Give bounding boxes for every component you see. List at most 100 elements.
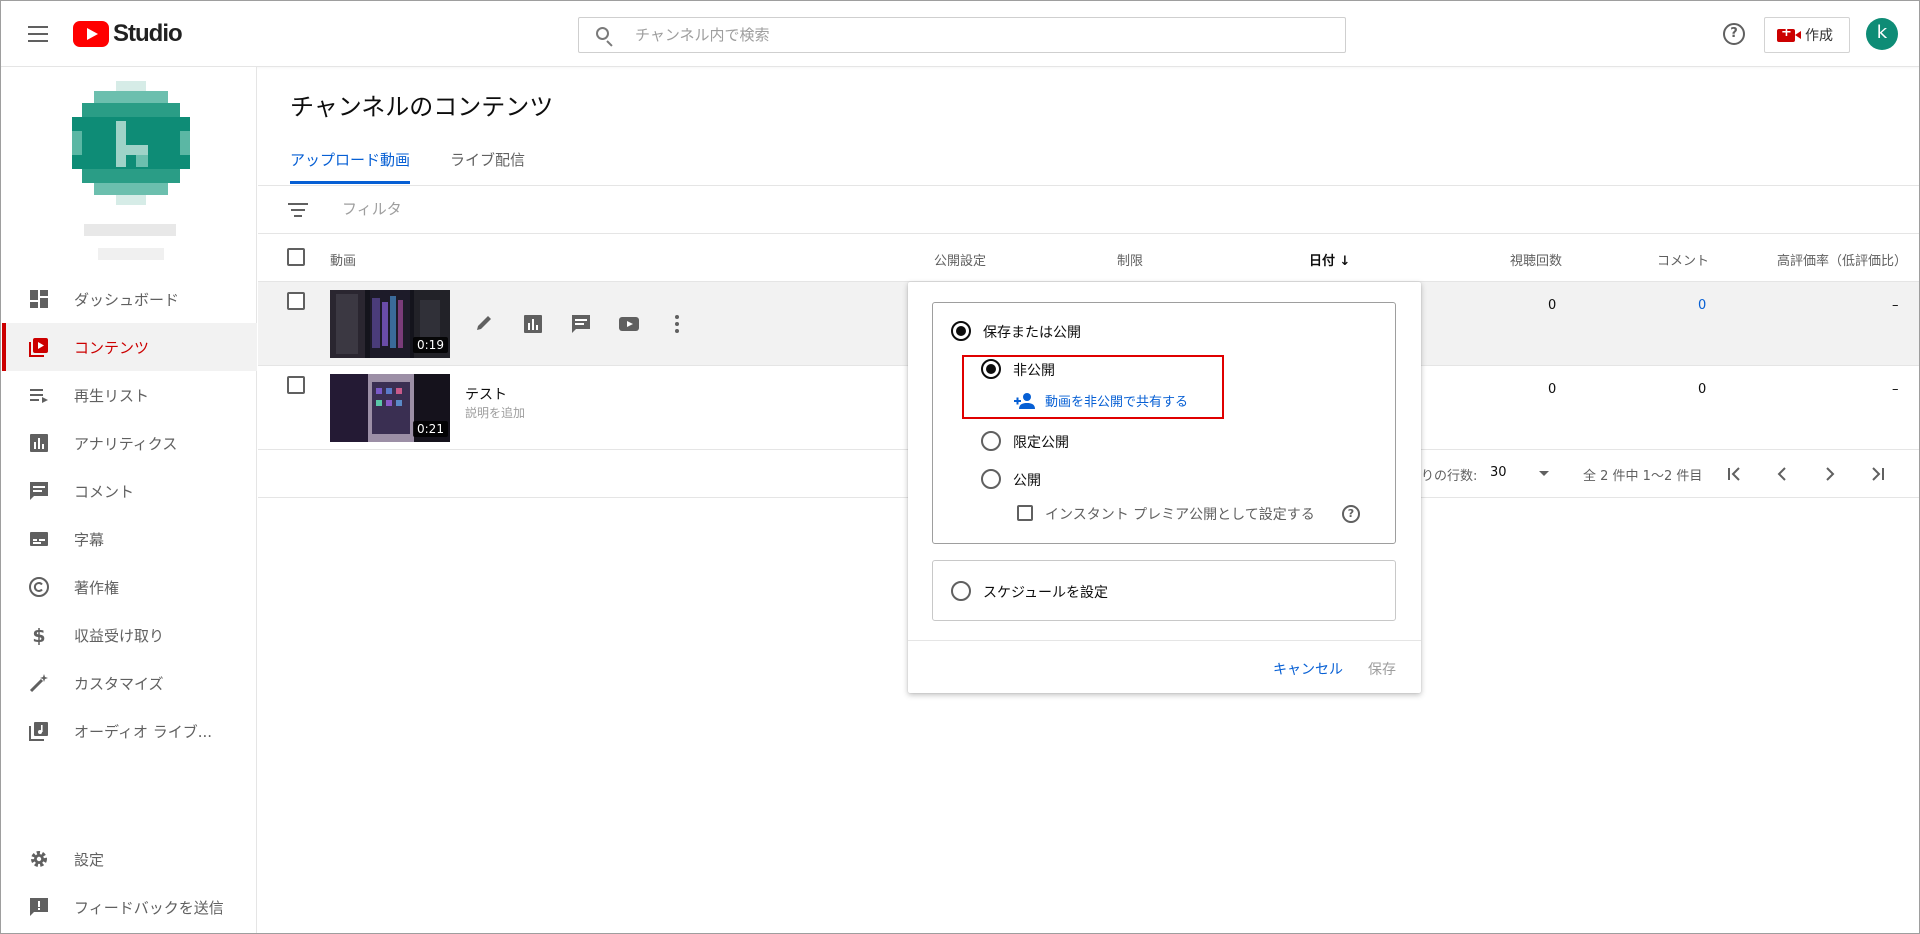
help-icon[interactable]: ?: [1342, 505, 1360, 523]
search-box[interactable]: [578, 17, 1346, 53]
schedule-label: スケジュールを設定: [983, 585, 1109, 601]
filter-bar: フィルタ: [258, 186, 1919, 234]
tab-live[interactable]: ライブ配信: [450, 145, 525, 185]
views-cell: 0: [1548, 298, 1557, 313]
sidebar-bottom-nav: 設定 フィードバックを送信: [2, 835, 257, 931]
app-window: Studio ? 作成 k: [0, 0, 1920, 934]
column-restrictions: 制限: [1117, 254, 1144, 269]
sidebar-item-feedback[interactable]: フィードバックを送信: [2, 883, 257, 931]
public-label: 公開: [1013, 473, 1041, 489]
sidebar-nav: ダッシュボード コンテンツ 再生リスト アナリティクス コメント 字幕 著作権 …: [2, 275, 257, 755]
save-button[interactable]: 保存: [1368, 659, 1396, 679]
column-date[interactable]: 日付 ↓: [1309, 250, 1350, 269]
sidebar: ダッシュボード コンテンツ 再生リスト アナリティクス コメント 字幕 著作権 …: [2, 67, 257, 933]
instant-premiere-checkbox[interactable]: [1017, 505, 1033, 521]
cancel-button[interactable]: キャンセル: [1273, 659, 1343, 679]
video-title[interactable]: テスト: [465, 384, 507, 404]
sidebar-item-label: 字幕: [74, 530, 105, 549]
comment-icon: [30, 482, 48, 500]
schedule-radio[interactable]: [951, 581, 971, 601]
visibility-popup: 保存または公開 非公開 動画を非公開で共有する 限定公開 公開 インスタント プ…: [908, 282, 1421, 693]
sidebar-item-copyright[interactable]: 著作権: [2, 563, 257, 611]
sidebar-item-label: 再生リスト: [74, 386, 150, 405]
sidebar-item-analytics[interactable]: アナリティクス: [2, 419, 257, 467]
svg-text:$: $: [32, 625, 45, 646]
create-label: 作成: [1805, 28, 1833, 44]
comments-cell[interactable]: 0: [1698, 298, 1706, 313]
filter-input[interactable]: フィルタ: [342, 198, 402, 219]
youtube-play-icon: [73, 21, 109, 47]
account-avatar[interactable]: k: [1866, 18, 1898, 50]
content-icon: [29, 338, 48, 357]
instant-premiere-label: インスタント プレミア公開として設定する: [1045, 507, 1315, 523]
magic-wand-icon: [29, 674, 48, 693]
more-options-icon[interactable]: [664, 312, 690, 336]
next-page-icon[interactable]: [1822, 466, 1838, 482]
logo-text: Studio: [113, 20, 183, 47]
sidebar-item-customization[interactable]: カスタマイズ: [2, 659, 257, 707]
youtube-view-icon[interactable]: [616, 312, 642, 336]
video-duration: 0:21: [413, 421, 448, 437]
sidebar-item-subtitles[interactable]: 字幕: [2, 515, 257, 563]
unlisted-label: 限定公開: [1013, 435, 1069, 451]
prev-page-icon[interactable]: [1774, 466, 1790, 482]
sidebar-item-earn[interactable]: $ 収益受け取り: [2, 611, 257, 659]
likes-cell: –: [1892, 298, 1899, 313]
youtube-studio-logo[interactable]: Studio: [73, 20, 183, 48]
subtitles-icon: [30, 532, 48, 546]
column-views: 視聴回数: [1510, 254, 1563, 269]
column-comments: コメント: [1657, 254, 1710, 269]
create-button[interactable]: 作成: [1764, 17, 1850, 53]
sidebar-item-label: 設定: [74, 850, 105, 869]
likes-cell: –: [1892, 382, 1899, 397]
comments-cell: 0: [1698, 382, 1707, 397]
video-description[interactable]: 説明を追加: [465, 404, 525, 421]
help-icon[interactable]: ?: [1723, 23, 1745, 45]
analytics-icon: [30, 434, 48, 452]
feedback-icon: [30, 898, 48, 916]
rows-per-page-select[interactable]: 30: [1490, 465, 1507, 480]
chevron-down-icon[interactable]: [1539, 471, 1549, 476]
public-radio[interactable]: [981, 469, 1001, 489]
sidebar-item-settings[interactable]: 設定: [2, 835, 257, 883]
search-input[interactable]: [635, 18, 1315, 52]
row-checkbox[interactable]: [287, 292, 305, 310]
channel-handle-blurred: [98, 248, 164, 260]
sidebar-item-audio-library[interactable]: オーディオ ライブ...: [2, 707, 257, 755]
views-cell: 0: [1548, 382, 1557, 397]
unlisted-radio[interactable]: [981, 431, 1001, 451]
sidebar-item-playlists[interactable]: 再生リスト: [2, 371, 257, 419]
sidebar-item-content[interactable]: コンテンツ: [2, 323, 257, 371]
last-page-icon[interactable]: [1870, 466, 1886, 482]
edit-pencil-icon[interactable]: [472, 312, 498, 336]
tab-uploads[interactable]: アップロード動画: [290, 145, 411, 185]
copyright-icon: [29, 577, 49, 597]
analytics-icon[interactable]: [520, 312, 546, 336]
content-tabs: アップロード動画 ライブ配信: [290, 145, 565, 185]
filter-icon[interactable]: [288, 203, 308, 217]
channel-name-blurred: [84, 224, 176, 236]
table-header: 動画 公開設定 制限 日付 ↓ 視聴回数 コメント 高評価率（低評価比）: [258, 235, 1919, 282]
sidebar-item-label: コンテンツ: [74, 338, 150, 357]
video-duration: 0:19: [413, 337, 448, 353]
select-all-checkbox[interactable]: [287, 248, 305, 266]
first-page-icon[interactable]: [1726, 466, 1742, 482]
channel-avatar[interactable]: [72, 81, 190, 205]
sidebar-item-comments[interactable]: コメント: [2, 467, 257, 515]
row-actions: [472, 312, 712, 336]
search-icon[interactable]: [595, 26, 615, 47]
sidebar-item-dashboard[interactable]: ダッシュボード: [2, 275, 257, 323]
sidebar-item-label: コメント: [74, 482, 135, 501]
comment-icon[interactable]: [568, 312, 594, 336]
save-or-publish-label: 保存または公開: [983, 325, 1081, 341]
annotation-highlight-box: [962, 355, 1224, 419]
top-bar: Studio ? 作成 k: [1, 1, 1919, 67]
save-or-publish-radio[interactable]: [951, 321, 971, 341]
menu-icon[interactable]: [25, 21, 51, 47]
column-likes: 高評価率（低評価比）: [1777, 254, 1908, 269]
dollar-icon: $: [32, 625, 45, 646]
row-checkbox[interactable]: [287, 376, 305, 394]
rows-per-page-label: りの行数:: [1421, 469, 1478, 484]
sidebar-item-label: 収益受け取り: [74, 626, 165, 645]
sidebar-item-label: ダッシュボード: [74, 290, 180, 309]
